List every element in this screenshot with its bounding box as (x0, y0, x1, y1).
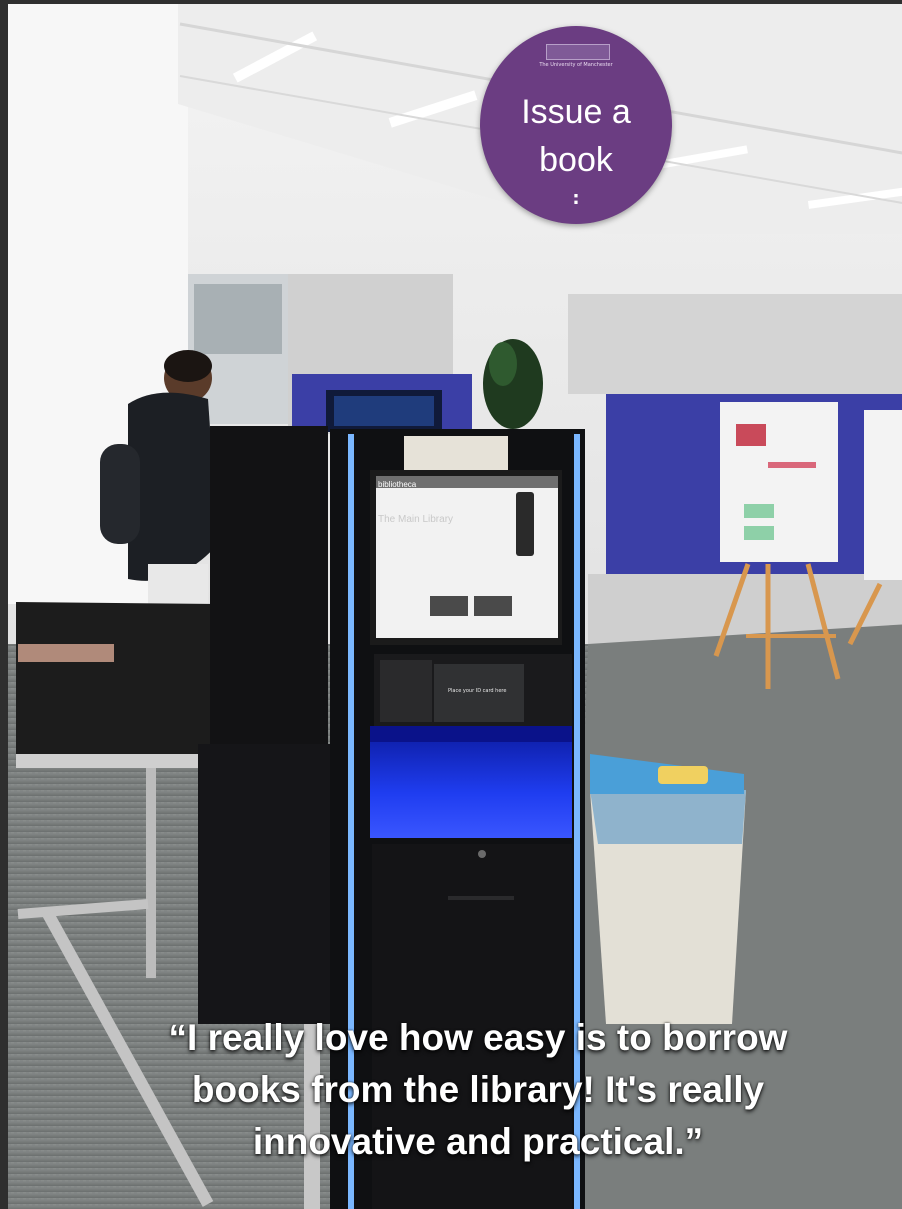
sign-title: Issue a book (521, 93, 631, 179)
issue-a-book-sign: The University of Manchester Issue a boo… (480, 26, 672, 224)
sign-subtitle: The University of Manchester (539, 62, 613, 68)
sign-brand-logo (546, 44, 610, 60)
kiosk-brand-label: bibliotheca (378, 480, 417, 489)
photo-frame: The University of Manchester Issue a boo… (0, 0, 902, 1209)
kiosk-card-slot-note: Place your ID card here (448, 688, 507, 694)
kiosk-screen-title: The Main Library (378, 514, 454, 525)
sign-dots: : (572, 188, 580, 209)
testimonial-quote: “I really love how easy is to borrow boo… (168, 1017, 788, 1162)
